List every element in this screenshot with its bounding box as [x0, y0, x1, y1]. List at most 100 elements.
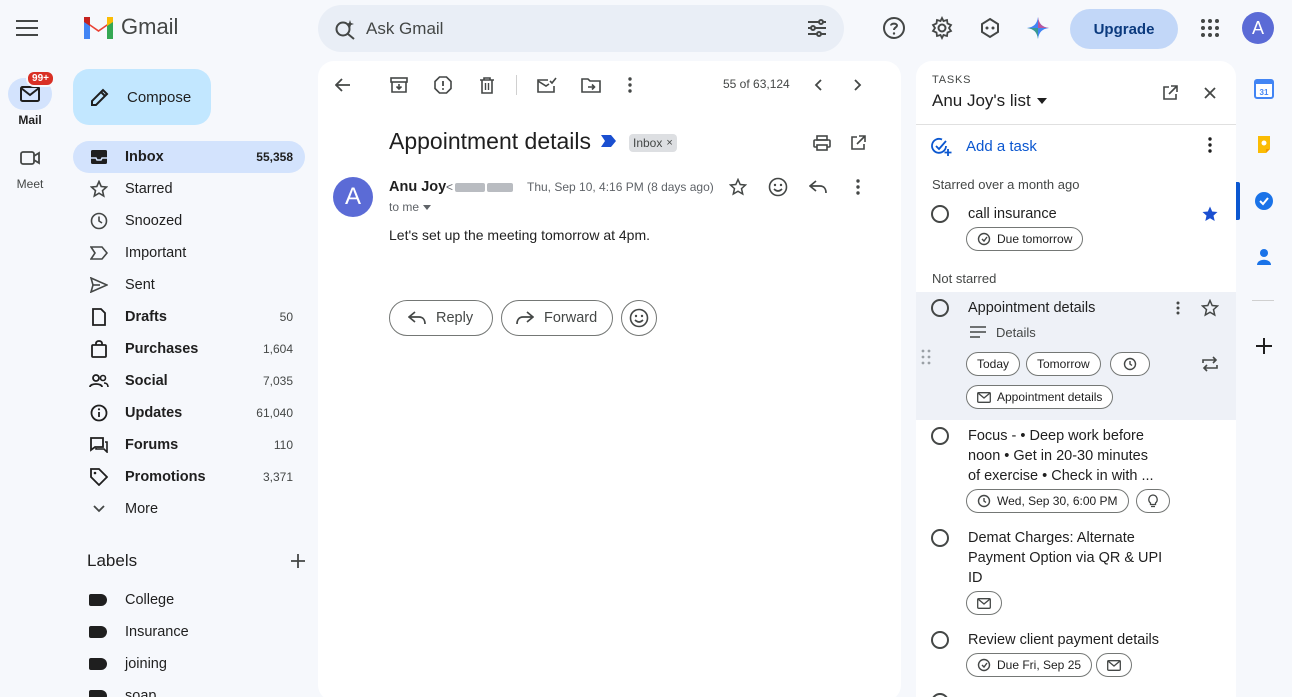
inbox-label-chip[interactable]: Inbox ×: [629, 134, 677, 152]
nav-label: Starred: [125, 181, 173, 197]
send-icon: [89, 275, 109, 295]
task-details-field[interactable]: Details: [996, 325, 1036, 340]
account-avatar[interactable]: A: [1242, 12, 1274, 44]
nav-forums[interactable]: Forums 110: [73, 429, 305, 461]
search-bar[interactable]: [318, 5, 844, 52]
recipients-toggle[interactable]: to me: [389, 200, 432, 214]
mark-unread-button[interactable]: [531, 69, 563, 101]
email-link-chip[interactable]: [966, 591, 1002, 615]
compose-button[interactable]: Compose: [73, 69, 211, 125]
settings-button[interactable]: [924, 10, 960, 46]
sender-name[interactable]: Anu Joy: [389, 179, 446, 195]
tasks-app-button[interactable]: [1248, 185, 1280, 217]
lightbulb-icon: [1258, 136, 1270, 153]
label-item[interactable]: joining: [89, 656, 167, 672]
nav-inbox[interactable]: Inbox 55,358: [73, 141, 305, 173]
label-item[interactable]: soap: [89, 688, 156, 697]
nav-starred[interactable]: Starred: [73, 173, 305, 205]
task-complete-checkbox[interactable]: [931, 631, 949, 649]
calendar-app-button[interactable]: 31: [1248, 73, 1280, 105]
add-label-icon[interactable]: [291, 554, 305, 568]
get-addons-button[interactable]: [1248, 330, 1280, 362]
more-actions-button[interactable]: [614, 69, 646, 101]
label-item[interactable]: Insurance: [89, 624, 189, 640]
task-due-chip[interactable]: Wed, Sep 30, 6:00 PM: [966, 489, 1129, 513]
email-link-chip[interactable]: Appointment details: [966, 385, 1114, 409]
older-button[interactable]: [842, 69, 874, 101]
close-tasks-button[interactable]: [1194, 77, 1226, 109]
pick-date-chip[interactable]: [1110, 352, 1150, 376]
task-title[interactable]: call insurance: [968, 204, 1057, 224]
reply-icon-button[interactable]: [802, 171, 834, 203]
react-button[interactable]: [621, 300, 657, 336]
report-spam-button[interactable]: [427, 69, 459, 101]
rail-meet[interactable]: Meet: [0, 142, 60, 191]
task-list-selector[interactable]: Anu Joy's list: [932, 91, 1047, 111]
nav-more[interactable]: More: [73, 493, 305, 525]
search-input[interactable]: [366, 18, 766, 39]
google-apps-button[interactable]: [1192, 10, 1228, 46]
star-message-button[interactable]: [722, 171, 754, 203]
important-marker-icon[interactable]: [601, 135, 617, 147]
back-button[interactable]: [327, 69, 359, 101]
rail-mail[interactable]: 99+ Mail: [0, 70, 60, 127]
contacts-app-button[interactable]: [1248, 241, 1280, 273]
search-spark-icon[interactable]: [334, 18, 356, 40]
open-tasks-new-tab-button[interactable]: [1154, 77, 1186, 109]
keep-app-button[interactable]: [1248, 129, 1280, 161]
task-complete-checkbox[interactable]: [931, 693, 949, 697]
move-to-button[interactable]: [575, 69, 607, 101]
task-star-button[interactable]: [1194, 198, 1226, 230]
open-new-window-button[interactable]: [842, 127, 874, 159]
nav-promotions[interactable]: Promotions 3,371: [73, 461, 305, 493]
task-star-button[interactable]: [1194, 292, 1226, 324]
nav-important[interactable]: Important: [73, 237, 305, 269]
message-more-button[interactable]: [842, 171, 874, 203]
task-title[interactable]: Focus - • Deep work before noon • Get in…: [968, 426, 1154, 486]
task-title[interactable]: Demat Charges: Alternate Payment Option …: [968, 528, 1162, 588]
main-menu-button[interactable]: [9, 10, 45, 46]
nav-sent[interactable]: Sent: [73, 269, 305, 301]
sender-avatar[interactable]: A: [333, 177, 373, 217]
nav-purchases[interactable]: Purchases 1,604: [73, 333, 305, 365]
task-idea-chip[interactable]: [1136, 489, 1170, 513]
chip-label: Appointment details: [997, 390, 1103, 404]
apps-support-button[interactable]: [972, 10, 1008, 46]
email-link-chip[interactable]: [1096, 653, 1132, 677]
delete-button[interactable]: [471, 69, 503, 101]
add-task-button[interactable]: Add a task: [930, 136, 1037, 156]
gmail-logo[interactable]: Gmail: [82, 14, 178, 40]
task-title[interactable]: Review client payment details: [968, 630, 1159, 650]
support-button[interactable]: [876, 10, 912, 46]
gemini-button[interactable]: [1020, 10, 1056, 46]
task-options-button[interactable]: [1162, 292, 1194, 324]
label-item[interactable]: College: [89, 592, 174, 608]
search-options-icon[interactable]: [806, 17, 828, 39]
nav-snoozed[interactable]: Snoozed: [73, 205, 305, 237]
due-tomorrow-chip[interactable]: Tomorrow: [1026, 352, 1101, 376]
drag-handle-icon[interactable]: [921, 349, 931, 365]
task-list-menu-button[interactable]: [1194, 129, 1226, 161]
task-complete-checkbox[interactable]: [931, 529, 949, 547]
nav-social[interactable]: Social 7,035: [73, 365, 305, 397]
task-due-chip[interactable]: Due tomorrow: [966, 227, 1084, 251]
remove-label-icon[interactable]: ×: [666, 137, 672, 149]
forward-button[interactable]: Forward: [501, 300, 613, 336]
archive-button[interactable]: [383, 69, 415, 101]
upgrade-button[interactable]: Upgrade: [1070, 9, 1178, 49]
task-title[interactable]: Appointment details: [968, 298, 1095, 318]
newer-button[interactable]: [802, 69, 834, 101]
task-complete-checkbox[interactable]: [931, 299, 949, 317]
add-reaction-button[interactable]: [762, 171, 794, 203]
nav-drafts[interactable]: Drafts 50: [73, 301, 305, 333]
print-button[interactable]: [806, 127, 838, 159]
repeat-task-button[interactable]: [1194, 348, 1226, 380]
reply-button[interactable]: Reply: [389, 300, 493, 336]
task-due-chip[interactable]: Due Fri, Sep 25: [966, 653, 1093, 677]
hamburger-icon: [16, 20, 38, 36]
clock-icon: [89, 211, 109, 231]
nav-updates[interactable]: Updates 61,040: [73, 397, 305, 429]
due-today-chip[interactable]: Today: [966, 352, 1021, 376]
task-complete-checkbox[interactable]: [931, 427, 949, 445]
task-complete-checkbox[interactable]: [931, 205, 949, 223]
